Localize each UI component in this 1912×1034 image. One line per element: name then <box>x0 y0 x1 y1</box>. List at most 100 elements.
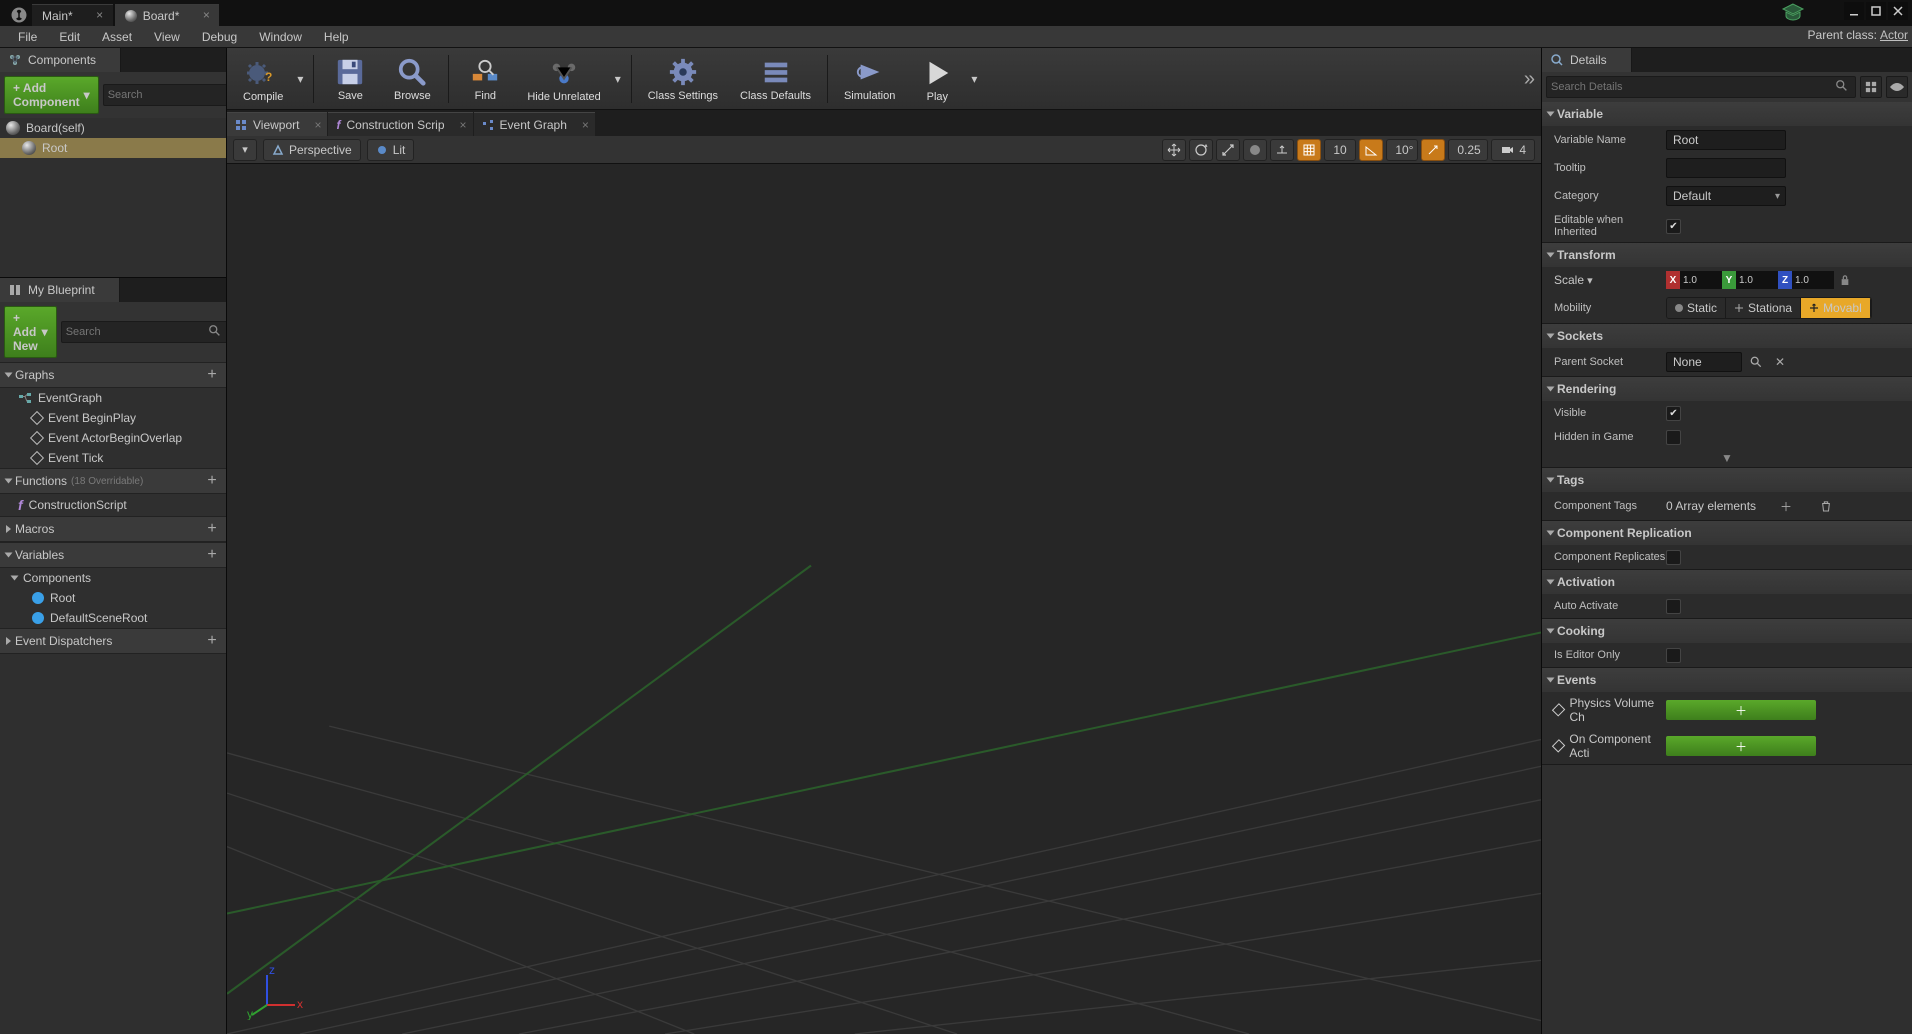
section-component-replication[interactable]: Component Replication <box>1542 521 1912 545</box>
minimize-button[interactable] <box>1844 2 1864 20</box>
auto-activate-checkbox[interactable] <box>1666 599 1681 614</box>
find-button[interactable]: Find <box>455 52 515 106</box>
expand-advanced[interactable]: ▼ <box>1542 449 1912 467</box>
section-transform[interactable]: Transform <box>1542 243 1912 267</box>
category-event-dispatchers[interactable]: Event Dispatchers + <box>0 628 226 654</box>
add-icon[interactable]: + <box>204 547 220 563</box>
document-tab-main[interactable]: Main* × <box>32 4 113 26</box>
translate-gizmo-button[interactable] <box>1162 139 1186 161</box>
grid-snap-value[interactable]: 10 <box>1324 139 1356 161</box>
search-input[interactable] <box>66 326 208 338</box>
viewport-options-button[interactable]: ▾ <box>233 139 257 161</box>
add-icon[interactable]: + <box>204 521 220 537</box>
document-tab-board[interactable]: Board* × <box>115 4 220 26</box>
variable-name-input[interactable] <box>1666 130 1786 150</box>
add-tag-button[interactable]: ＋ <box>1776 496 1796 516</box>
angle-snap-toggle[interactable] <box>1359 139 1383 161</box>
add-icon[interactable]: + <box>204 633 220 649</box>
coordinate-system-button[interactable] <box>1243 139 1267 161</box>
section-activation[interactable]: Activation <box>1542 570 1912 594</box>
component-item-self[interactable]: Board(self) <box>0 118 226 138</box>
class-settings-button[interactable]: Class Settings <box>638 52 728 106</box>
section-variable[interactable]: Variable <box>1542 102 1912 126</box>
visible-checkbox[interactable] <box>1666 406 1681 421</box>
menu-view[interactable]: View <box>144 27 190 47</box>
category-functions[interactable]: Functions (18 Overridable) + <box>0 468 226 494</box>
var-root[interactable]: Root <box>0 588 226 608</box>
close-icon[interactable]: × <box>199 8 213 22</box>
component-item-root[interactable]: Root <box>0 138 226 158</box>
category-graphs[interactable]: Graphs + <box>0 362 226 388</box>
scale-y-input[interactable] <box>1736 271 1778 289</box>
clear-socket-button[interactable]: ✕ <box>1770 352 1790 372</box>
toolbar-overflow[interactable]: » <box>1524 68 1535 91</box>
browse-socket-button[interactable] <box>1746 352 1766 372</box>
event-actorbeginoverlap[interactable]: Event ActorBeginOverlap <box>0 428 226 448</box>
section-cooking[interactable]: Cooking <box>1542 619 1912 643</box>
scale-gizmo-button[interactable] <box>1216 139 1240 161</box>
maximize-button[interactable] <box>1866 2 1886 20</box>
mobility-stationary[interactable]: Stationa <box>1726 298 1801 318</box>
compile-button[interactable]: ? Compile <box>233 53 293 107</box>
play-button[interactable]: Play <box>907 53 967 107</box>
grid-snap-toggle[interactable] <box>1297 139 1321 161</box>
graph-eventgraph[interactable]: EventGraph <box>0 388 226 408</box>
angle-snap-value[interactable]: 10° <box>1386 139 1418 161</box>
section-tags[interactable]: Tags <box>1542 468 1912 492</box>
close-button[interactable] <box>1888 2 1908 20</box>
menu-file[interactable]: File <box>8 27 47 47</box>
browse-button[interactable]: Browse <box>382 52 442 106</box>
myblueprint-search[interactable] <box>61 321 229 343</box>
parent-class-link[interactable]: Actor <box>1880 28 1908 42</box>
event-tick[interactable]: Event Tick <box>0 448 226 468</box>
details-tab[interactable]: Details <box>1542 48 1632 72</box>
add-component-button[interactable]: + Add Component ▾ <box>4 76 99 114</box>
save-button[interactable]: Save <box>320 52 380 106</box>
clear-tags-button[interactable] <box>1816 496 1836 516</box>
menu-edit[interactable]: Edit <box>49 27 90 47</box>
var-defaultsceneroot[interactable]: DefaultSceneRoot <box>0 608 226 628</box>
close-icon[interactable]: × <box>582 118 589 132</box>
scale-snap-value[interactable]: 0.25 <box>1448 139 1488 161</box>
mobility-movable[interactable]: Movabl <box>1801 298 1871 318</box>
class-defaults-button[interactable]: Class Defaults <box>730 52 821 106</box>
editable-checkbox[interactable] <box>1666 219 1681 234</box>
surface-snap-button[interactable] <box>1270 139 1294 161</box>
hidden-in-game-checkbox[interactable] <box>1666 430 1681 445</box>
category-macros[interactable]: Macros + <box>0 516 226 542</box>
scale-z-input[interactable] <box>1792 271 1834 289</box>
rotate-gizmo-button[interactable] <box>1189 139 1213 161</box>
property-matrix-button[interactable] <box>1860 76 1882 98</box>
search-input[interactable] <box>1551 81 1835 93</box>
menu-window[interactable]: Window <box>249 27 312 47</box>
close-icon[interactable]: × <box>93 8 107 22</box>
section-events[interactable]: Events <box>1542 668 1912 692</box>
compile-dropdown[interactable]: ▾ <box>293 51 307 107</box>
close-icon[interactable]: × <box>314 118 321 132</box>
add-icon[interactable]: + <box>204 473 220 489</box>
is-editor-only-checkbox[interactable] <box>1666 648 1681 663</box>
lit-button[interactable]: Lit <box>367 139 415 161</box>
hide-unrelated-button[interactable]: Hide Unrelated <box>517 53 610 107</box>
close-icon[interactable]: × <box>460 118 467 132</box>
lock-icon[interactable] <box>1838 271 1852 289</box>
add-component-activated-event-button[interactable]: ＋ <box>1666 736 1816 756</box>
subcategory-components[interactable]: Components <box>0 568 226 588</box>
components-tab[interactable]: Components <box>0 48 121 72</box>
add-icon[interactable]: + <box>204 367 220 383</box>
category-variables[interactable]: Variables + <box>0 542 226 568</box>
view-options-button[interactable] <box>1886 76 1908 98</box>
section-rendering[interactable]: Rendering <box>1542 377 1912 401</box>
fn-constructionscript[interactable]: fConstructionScript <box>0 494 226 516</box>
perspective-button[interactable]: Perspective <box>263 139 361 161</box>
component-replicates-checkbox[interactable] <box>1666 550 1681 565</box>
tab-event-graph[interactable]: Event Graph× <box>474 112 595 136</box>
scale-x-input[interactable] <box>1680 271 1722 289</box>
add-physics-volume-event-button[interactable]: ＋ <box>1666 700 1816 720</box>
camera-speed-button[interactable]: 4 <box>1491 139 1535 161</box>
tutorial-icon[interactable] <box>1774 0 1812 26</box>
tab-construction-script[interactable]: f Construction Scrip× <box>328 112 472 136</box>
viewport-3d[interactable]: z x y <box>227 164 1541 1034</box>
hide-unrelated-dropdown[interactable]: ▾ <box>611 51 625 107</box>
menu-asset[interactable]: Asset <box>92 27 142 47</box>
